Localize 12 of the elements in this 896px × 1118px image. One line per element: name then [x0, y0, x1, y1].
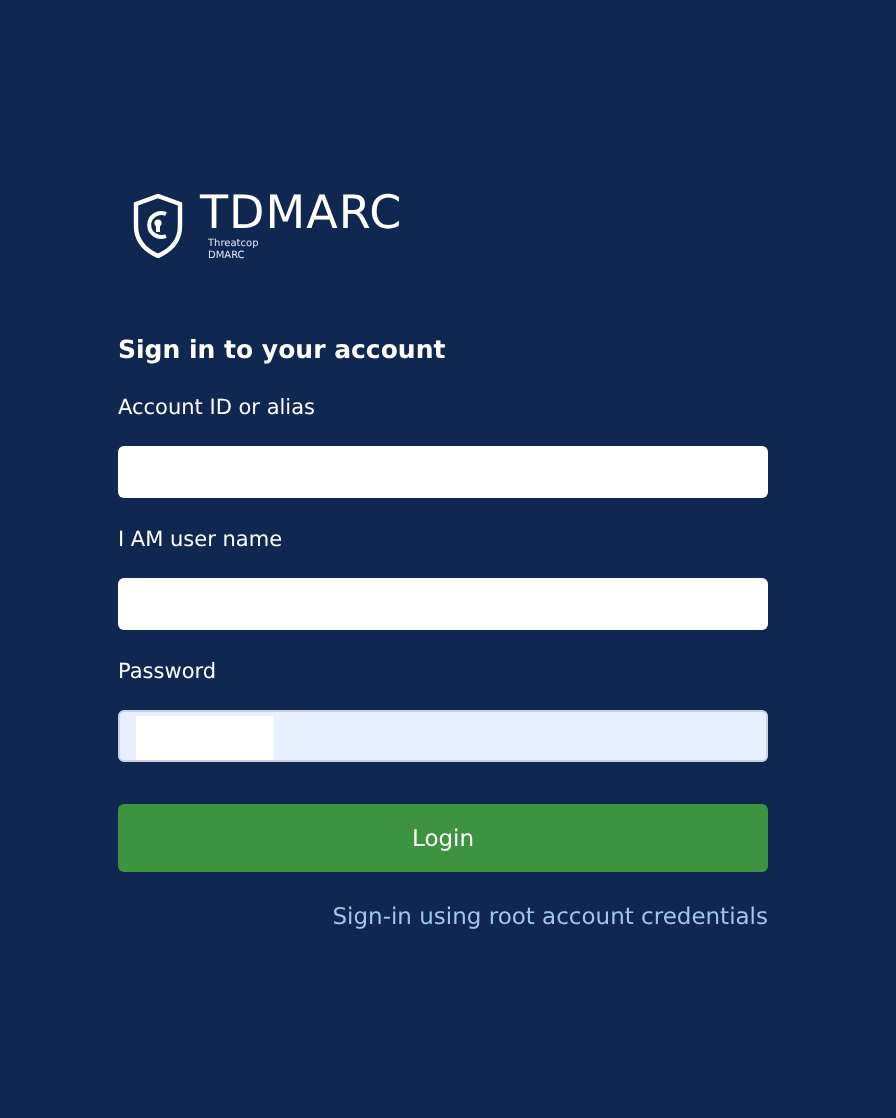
field-label: Password — [118, 658, 219, 686]
shield-icon — [132, 194, 184, 258]
login-button[interactable]: Login — [118, 804, 768, 872]
form-heading: Sign in to your account — [118, 334, 448, 366]
logo-wordmark: TDMARC — [200, 190, 403, 238]
field-label: Account ID or alias — [118, 394, 318, 422]
field-label: I AM user name — [118, 526, 285, 554]
hidden-value — [136, 716, 274, 760]
root-signin-link[interactable]: Sign-in using root account credentials — [332, 902, 768, 930]
input-field[interactable] — [118, 446, 768, 498]
input-field[interactable] — [118, 578, 768, 630]
input-field[interactable] — [118, 710, 768, 762]
